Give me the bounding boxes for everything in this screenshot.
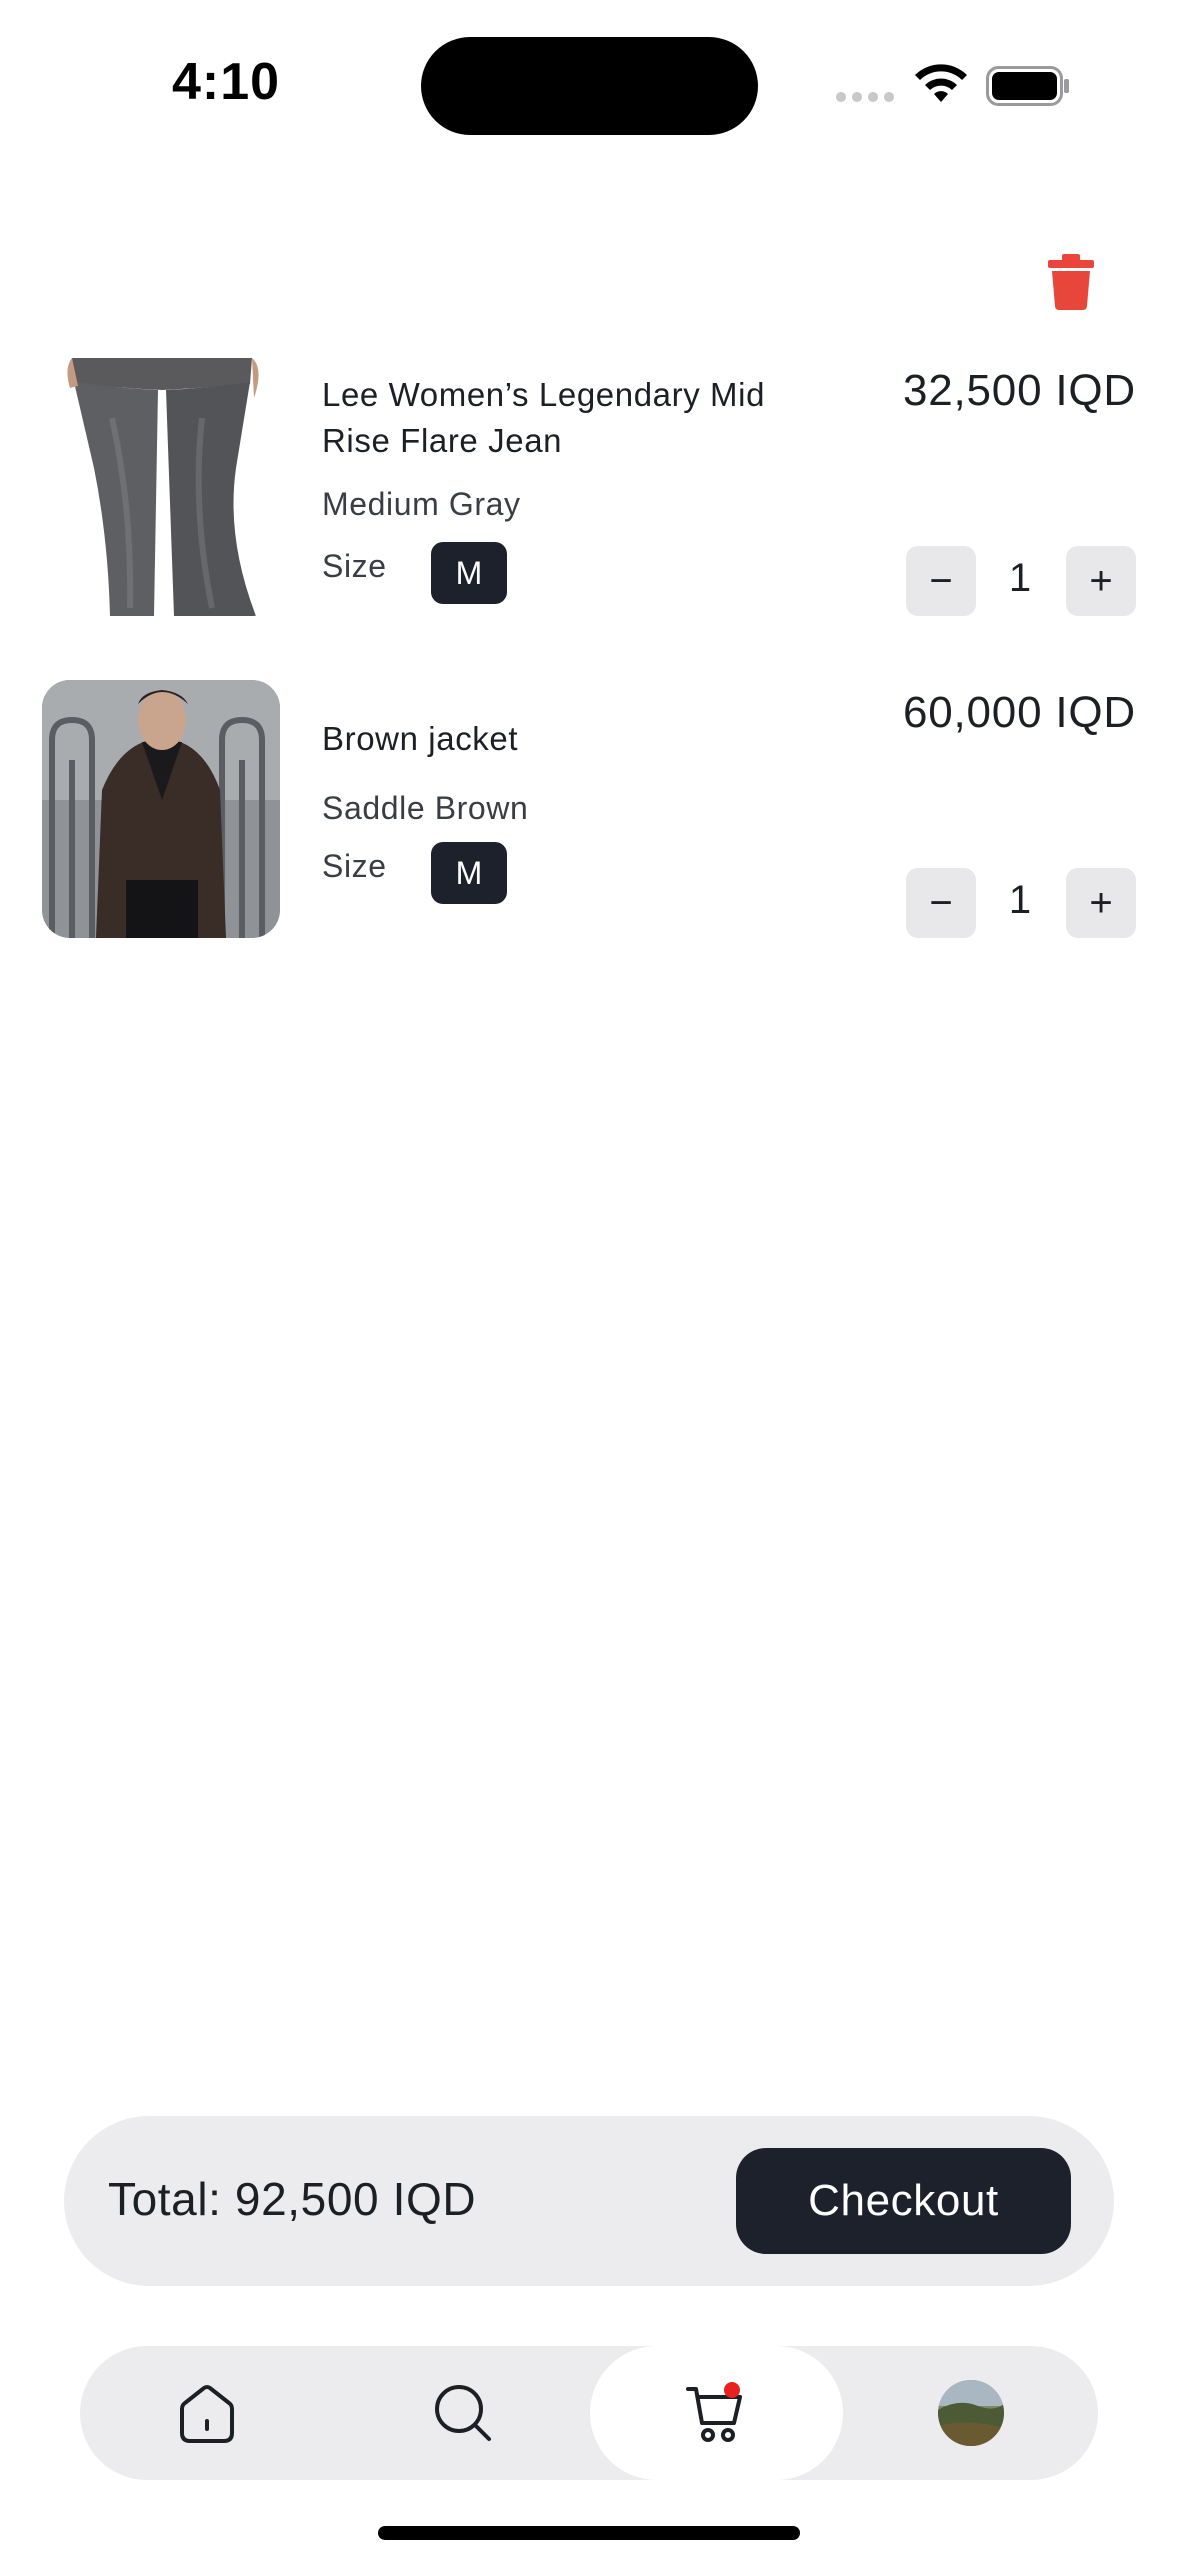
profile-avatar[interactable] [938,2380,1004,2446]
jacket-image [42,680,280,938]
item-title[interactable]: Brown jacket [322,716,842,762]
jeans-image [42,358,280,616]
cellular-signal-icon [836,92,894,102]
dynamic-island [421,37,758,135]
cart-total: Total: 92,500 IQD [108,2173,477,2225]
size-chip[interactable]: M [431,542,507,604]
item-price: 60,000 IQD [902,688,1136,737]
size-label: Size [322,548,387,584]
cart-badge-dot [724,2382,740,2398]
quantity-value: 1 [1008,556,1032,600]
cart-icon[interactable] [686,2381,750,2443]
item-color: Medium Gray [322,486,521,522]
size-label: Size [322,848,387,884]
item-color: Saddle Brown [322,790,529,826]
item-title[interactable]: Lee Women’s Legendary Mid Rise Flare Jea… [322,372,842,464]
status-time: 4:10 [172,53,281,111]
home-indicator [378,2526,800,2540]
home-icon[interactable] [176,2383,238,2445]
checkout-button[interactable]: Checkout [736,2148,1071,2254]
quantity-value: 1 [1008,878,1032,922]
increment-button[interactable]: + [1066,868,1136,938]
avatar-image [938,2380,1004,2446]
decrement-button[interactable]: − [906,546,976,616]
search-icon[interactable] [431,2381,493,2443]
wifi-icon [915,64,967,102]
size-chip[interactable]: M [431,842,507,904]
battery-icon [986,66,1069,106]
product-image-jacket[interactable] [42,680,280,938]
item-price: 32,500 IQD [902,366,1136,415]
increment-button[interactable]: + [1066,546,1136,616]
product-image-jeans[interactable] [42,358,280,616]
decrement-button[interactable]: − [906,868,976,938]
trash-icon[interactable] [1048,254,1094,310]
